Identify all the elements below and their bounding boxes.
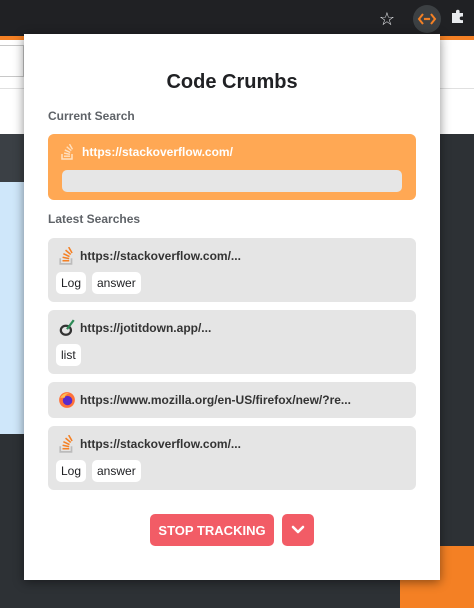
background-header-right: [440, 40, 474, 134]
latest-search-item[interactable]: https://jotitdown.app/... list: [48, 310, 416, 374]
stackoverflow-icon: [59, 435, 73, 453]
search-tag[interactable]: Log: [56, 272, 87, 294]
stackoverflow-icon: [59, 247, 73, 265]
background-dark-strip: [0, 134, 24, 182]
search-url[interactable]: https://stackoverflow.com/...: [80, 437, 241, 451]
popup-title: Code Crumbs: [166, 71, 298, 93]
search-tag[interactable]: list: [56, 344, 81, 366]
search-tag[interactable]: answer: [92, 272, 141, 294]
background-search-field: [0, 45, 24, 77]
stop-tracking-button[interactable]: STOP TRACKING: [150, 514, 274, 546]
browser-toolbar: [0, 0, 474, 36]
current-search-note-input[interactable]: [62, 170, 402, 192]
current-search-label: Current Search: [48, 109, 135, 123]
jotitdown-icon: [59, 319, 75, 336]
options-dropdown-button[interactable]: [282, 514, 314, 546]
search-url[interactable]: https://stackoverflow.com/...: [80, 249, 241, 263]
latest-search-item[interactable]: https://stackoverflow.com/... Log answer: [48, 426, 416, 490]
code-crumbs-extension-icon: [417, 13, 437, 25]
latest-search-item[interactable]: https://www.mozilla.org/en-US/firefox/ne…: [48, 382, 416, 418]
extension-popup: Code Crumbs Current Search https://stack…: [24, 34, 440, 580]
search-tag[interactable]: Log: [56, 460, 87, 482]
stackoverflow-icon: [61, 144, 74, 160]
code-crumbs-extension-button[interactable]: [413, 5, 441, 33]
search-url[interactable]: https://jotitdown.app/...: [80, 321, 211, 335]
latest-search-item[interactable]: https://stackoverflow.com/... Log answer: [48, 238, 416, 302]
firefox-icon: [59, 392, 75, 408]
background-divider-right: [440, 88, 474, 89]
latest-searches-label: Latest Searches: [48, 212, 141, 226]
search-url[interactable]: https://www.mozilla.org/en-US/firefox/ne…: [80, 393, 351, 407]
chevron-down-icon: [291, 525, 305, 534]
puzzle-icon[interactable]: [449, 8, 469, 28]
star-icon[interactable]: ☆: [376, 8, 398, 30]
current-search-url[interactable]: https://stackoverflow.com/: [82, 145, 233, 159]
current-search-card: https://stackoverflow.com/: [48, 134, 416, 200]
search-tag[interactable]: answer: [92, 460, 141, 482]
background-blue-panel: [0, 182, 24, 434]
background-divider: [0, 88, 24, 89]
